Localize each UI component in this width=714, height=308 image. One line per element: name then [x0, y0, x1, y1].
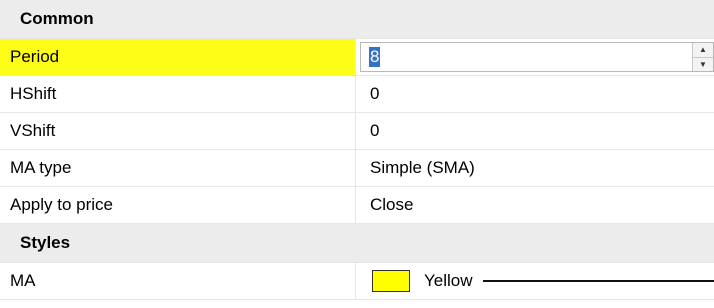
row-ma-type[interactable]: MA type Simple (SMA) [0, 150, 714, 187]
row-label-period: Period [0, 39, 356, 75]
period-spinner[interactable]: ▲ ▼ [692, 43, 713, 71]
row-value-ma-type[interactable]: Simple (SMA) [356, 150, 714, 186]
row-value-period[interactable]: 8 ▲ ▼ [356, 39, 714, 75]
row-value-vshift[interactable]: 0 [356, 113, 714, 149]
period-input[interactable]: 8 ▲ ▼ [360, 42, 714, 72]
section-title-common: Common [20, 9, 94, 28]
row-vshift[interactable]: VShift 0 [0, 113, 714, 150]
row-label-hshift: HShift [0, 76, 356, 112]
section-styles[interactable]: Styles [0, 224, 714, 263]
row-label-ma-style: MA [0, 263, 356, 299]
section-title-styles: Styles [20, 233, 71, 252]
color-name: Yellow [424, 271, 473, 290]
row-period[interactable]: Period 8 ▲ ▼ [0, 39, 714, 76]
row-apply-to-price[interactable]: Apply to price Close [0, 187, 714, 224]
row-ma-style[interactable]: MA Yellow [0, 263, 714, 300]
row-hshift[interactable]: HShift 0 [0, 76, 714, 113]
section-common[interactable]: Common [0, 0, 714, 39]
color-swatch[interactable] [372, 270, 410, 292]
up-arrow-icon[interactable]: ▲ [693, 43, 713, 58]
row-label-apply-to-price: Apply to price [0, 187, 356, 223]
row-value-apply-to-price[interactable]: Close [356, 187, 714, 223]
line-style-preview [482, 280, 714, 282]
row-value-ma-style[interactable]: Yellow [356, 263, 714, 299]
row-label-vshift: VShift [0, 113, 356, 149]
row-value-hshift[interactable]: 0 [356, 76, 714, 112]
property-grid: Common Period 8 ▲ ▼ HShift 0 VShift 0 MA… [0, 0, 714, 300]
row-label-ma-type: MA type [0, 150, 356, 186]
down-arrow-icon[interactable]: ▼ [693, 58, 713, 72]
period-input-value: 8 [369, 47, 381, 67]
